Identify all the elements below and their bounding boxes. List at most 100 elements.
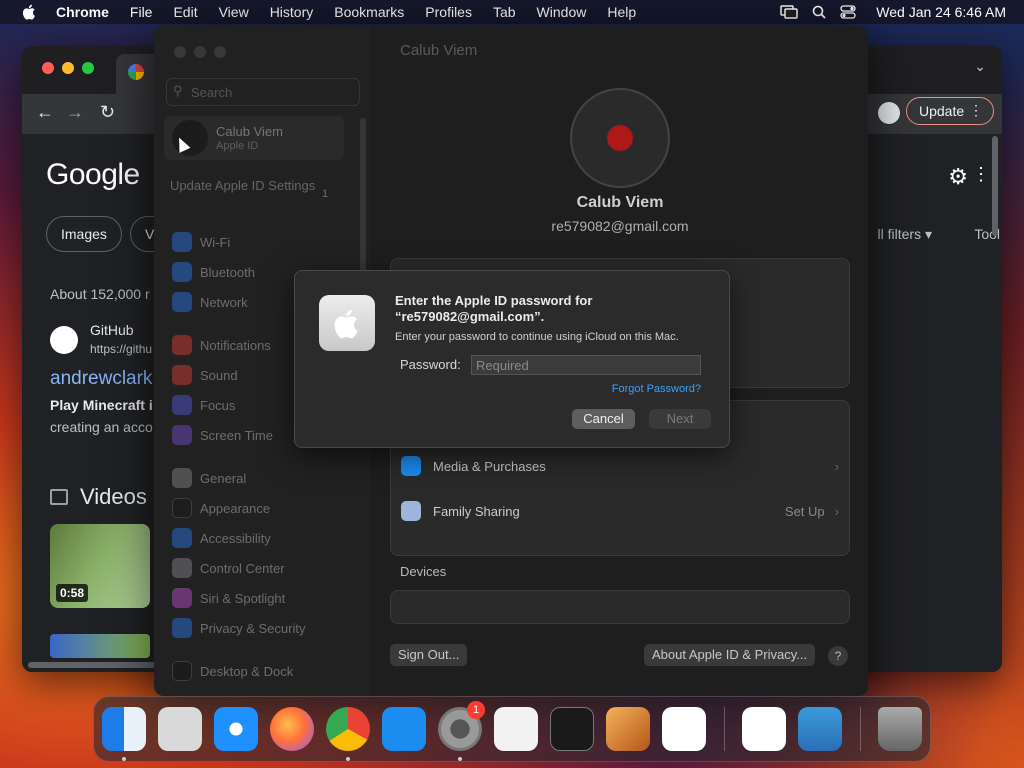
textedit-icon[interactable]: [494, 707, 538, 751]
family-sharing-row[interactable]: Family Sharing Set Up ›: [401, 496, 839, 526]
family-sharing-label: Family Sharing: [433, 503, 520, 519]
video-duration: 0:58: [56, 584, 89, 602]
media-purchases-label: Media & Purchases: [433, 458, 546, 474]
horizontal-scrollbar[interactable]: [28, 662, 158, 668]
sidebar-item-privacy-security[interactable]: Privacy & Security: [172, 618, 305, 638]
google-logo[interactable]: Google: [46, 158, 140, 192]
chrome-menu-icon[interactable]: ⋮: [969, 102, 983, 119]
apple-menu-icon[interactable]: [18, 4, 40, 20]
screen-mirroring-icon[interactable]: [780, 5, 799, 19]
safari-icon[interactable]: [214, 707, 258, 751]
sidebar-item-bluetooth[interactable]: Bluetooth: [172, 262, 255, 282]
menu-tab[interactable]: Tab: [493, 4, 516, 20]
dock-separator: [860, 707, 861, 751]
close-window-button[interactable]: [42, 62, 54, 74]
sidebar-item-accessibility[interactable]: Accessibility: [172, 528, 271, 548]
github-favicon-icon: [50, 326, 78, 354]
firefox-icon[interactable]: [270, 707, 314, 751]
account-subtitle: Apple ID: [216, 140, 259, 152]
user-avatar[interactable]: [570, 88, 670, 188]
result-url[interactable]: https://githu: [90, 342, 152, 356]
about-apple-id-privacy-button[interactable]: About Apple ID & Privacy...: [644, 644, 816, 666]
finder-icon[interactable]: [102, 707, 146, 751]
settings-search-field[interactable]: ⚲ Search: [166, 78, 360, 106]
trash-icon[interactable]: [878, 707, 922, 751]
sidebar-item-general[interactable]: General: [172, 468, 246, 488]
menu-help[interactable]: Help: [607, 4, 636, 20]
minimize-window-button[interactable]: [62, 62, 74, 74]
menu-window[interactable]: Window: [537, 4, 587, 20]
chrome-icon[interactable]: [326, 707, 370, 751]
settings-minimize-button[interactable]: [194, 46, 206, 58]
bluetooth-icon: [172, 262, 192, 282]
help-button[interactable]: ?: [828, 646, 848, 666]
zoom-window-button[interactable]: [82, 62, 94, 74]
sidebar-item-wifi[interactable]: Wi-Fi: [172, 232, 230, 252]
media-purchases-row[interactable]: Media & Purchases ›: [401, 451, 839, 481]
menu-edit[interactable]: Edit: [173, 4, 197, 20]
app-store-icon[interactable]: [382, 707, 426, 751]
system-settings-badge: 1: [467, 701, 485, 719]
sign-out-button[interactable]: Sign Out...: [390, 644, 468, 666]
sidebar-item-appearance[interactable]: Appearance: [172, 498, 270, 518]
menu-profiles[interactable]: Profiles: [425, 4, 472, 20]
sidebar-apple-id-account[interactable]: Calub Viem Apple ID: [164, 116, 344, 160]
video-thumbnail[interactable]: 0:58: [50, 524, 150, 608]
update-apple-id-settings[interactable]: Update Apple ID Settings: [170, 178, 320, 194]
sidebar-item-focus[interactable]: Focus: [172, 395, 235, 415]
tab-search-chevron-icon[interactable]: ⌄: [974, 58, 986, 75]
menu-history[interactable]: History: [270, 4, 314, 20]
menu-view[interactable]: View: [219, 4, 249, 20]
settings-zoom-button[interactable]: [214, 46, 226, 58]
sidebar-item-notifications[interactable]: Notifications: [172, 335, 271, 355]
more-options-icon[interactable]: ⋮: [972, 164, 990, 185]
back-arrow-icon[interactable]: ←: [36, 102, 54, 123]
videos-heading-label: Videos: [80, 484, 147, 509]
vertical-scrollbar[interactable]: [992, 136, 998, 236]
menu-app-name[interactable]: Chrome: [56, 4, 109, 20]
vscode-icon[interactable]: [662, 707, 706, 751]
sidebar-item-desktop-dock[interactable]: Desktop & Dock: [172, 661, 293, 681]
sidebar-item-sound[interactable]: Sound: [172, 365, 238, 385]
family-sharing-icon: [401, 501, 421, 521]
sidebar-item-screen-time[interactable]: Screen Time: [172, 425, 273, 445]
next-button[interactable]: Next: [649, 409, 711, 429]
sidebar-item-label: Accessibility: [200, 530, 271, 546]
menu-bookmarks[interactable]: Bookmarks: [334, 4, 404, 20]
terminal-icon[interactable]: [550, 707, 594, 751]
reload-icon[interactable]: ↻: [100, 102, 115, 123]
account-name: Calub Viem: [216, 124, 283, 139]
control-center-icon[interactable]: [840, 5, 856, 19]
chrome-update-button[interactable]: Update ⋮: [906, 97, 994, 125]
videos-heading: Videos: [50, 484, 147, 510]
menu-file[interactable]: File: [130, 4, 153, 20]
spotlight-search-icon[interactable]: [812, 5, 826, 19]
garageband-icon[interactable]: [606, 707, 650, 751]
password-field[interactable]: [471, 355, 701, 375]
menu-bar-clock[interactable]: Wed Jan 24 6:46 AM: [876, 4, 1006, 20]
dialog-subtitle: Enter your password to continue using iC…: [395, 331, 679, 343]
result-title-link[interactable]: andrewclark: [50, 368, 152, 390]
sidebar-item-siri-spotlight[interactable]: Siri & Spotlight: [172, 588, 285, 608]
video-thumbnail-2[interactable]: [50, 634, 150, 658]
weather-icon[interactable]: [798, 707, 842, 751]
sidebar-item-label: Notifications: [200, 337, 271, 353]
settings-close-button[interactable]: [174, 46, 186, 58]
all-filters-button[interactable]: ll filters ▾: [878, 226, 932, 243]
forward-arrow-icon[interactable]: →: [66, 102, 84, 123]
menu-bar: Chrome File Edit View History Bookmarks …: [0, 0, 1024, 24]
cancel-button[interactable]: Cancel: [572, 409, 635, 429]
sidebar-item-label: Sound: [200, 367, 238, 383]
sidebar-item-control-center[interactable]: Control Center: [172, 558, 285, 578]
result-stats: About 152,000 r: [50, 286, 150, 302]
visual-studio-icon[interactable]: [742, 707, 786, 751]
sidebar-item-label: Network: [200, 294, 248, 310]
apple-logo-glyph: [334, 309, 358, 339]
filter-images-chip[interactable]: Images: [46, 216, 122, 252]
settings-gear-icon[interactable]: ⚙: [948, 164, 968, 190]
profile-avatar-icon[interactable]: [878, 102, 900, 124]
launchpad-icon[interactable]: [158, 707, 202, 751]
sidebar-item-network[interactable]: Network: [172, 292, 248, 312]
sidebar-item-label: Siri & Spotlight: [200, 590, 286, 606]
forgot-password-link[interactable]: Forgot Password?: [612, 383, 701, 395]
